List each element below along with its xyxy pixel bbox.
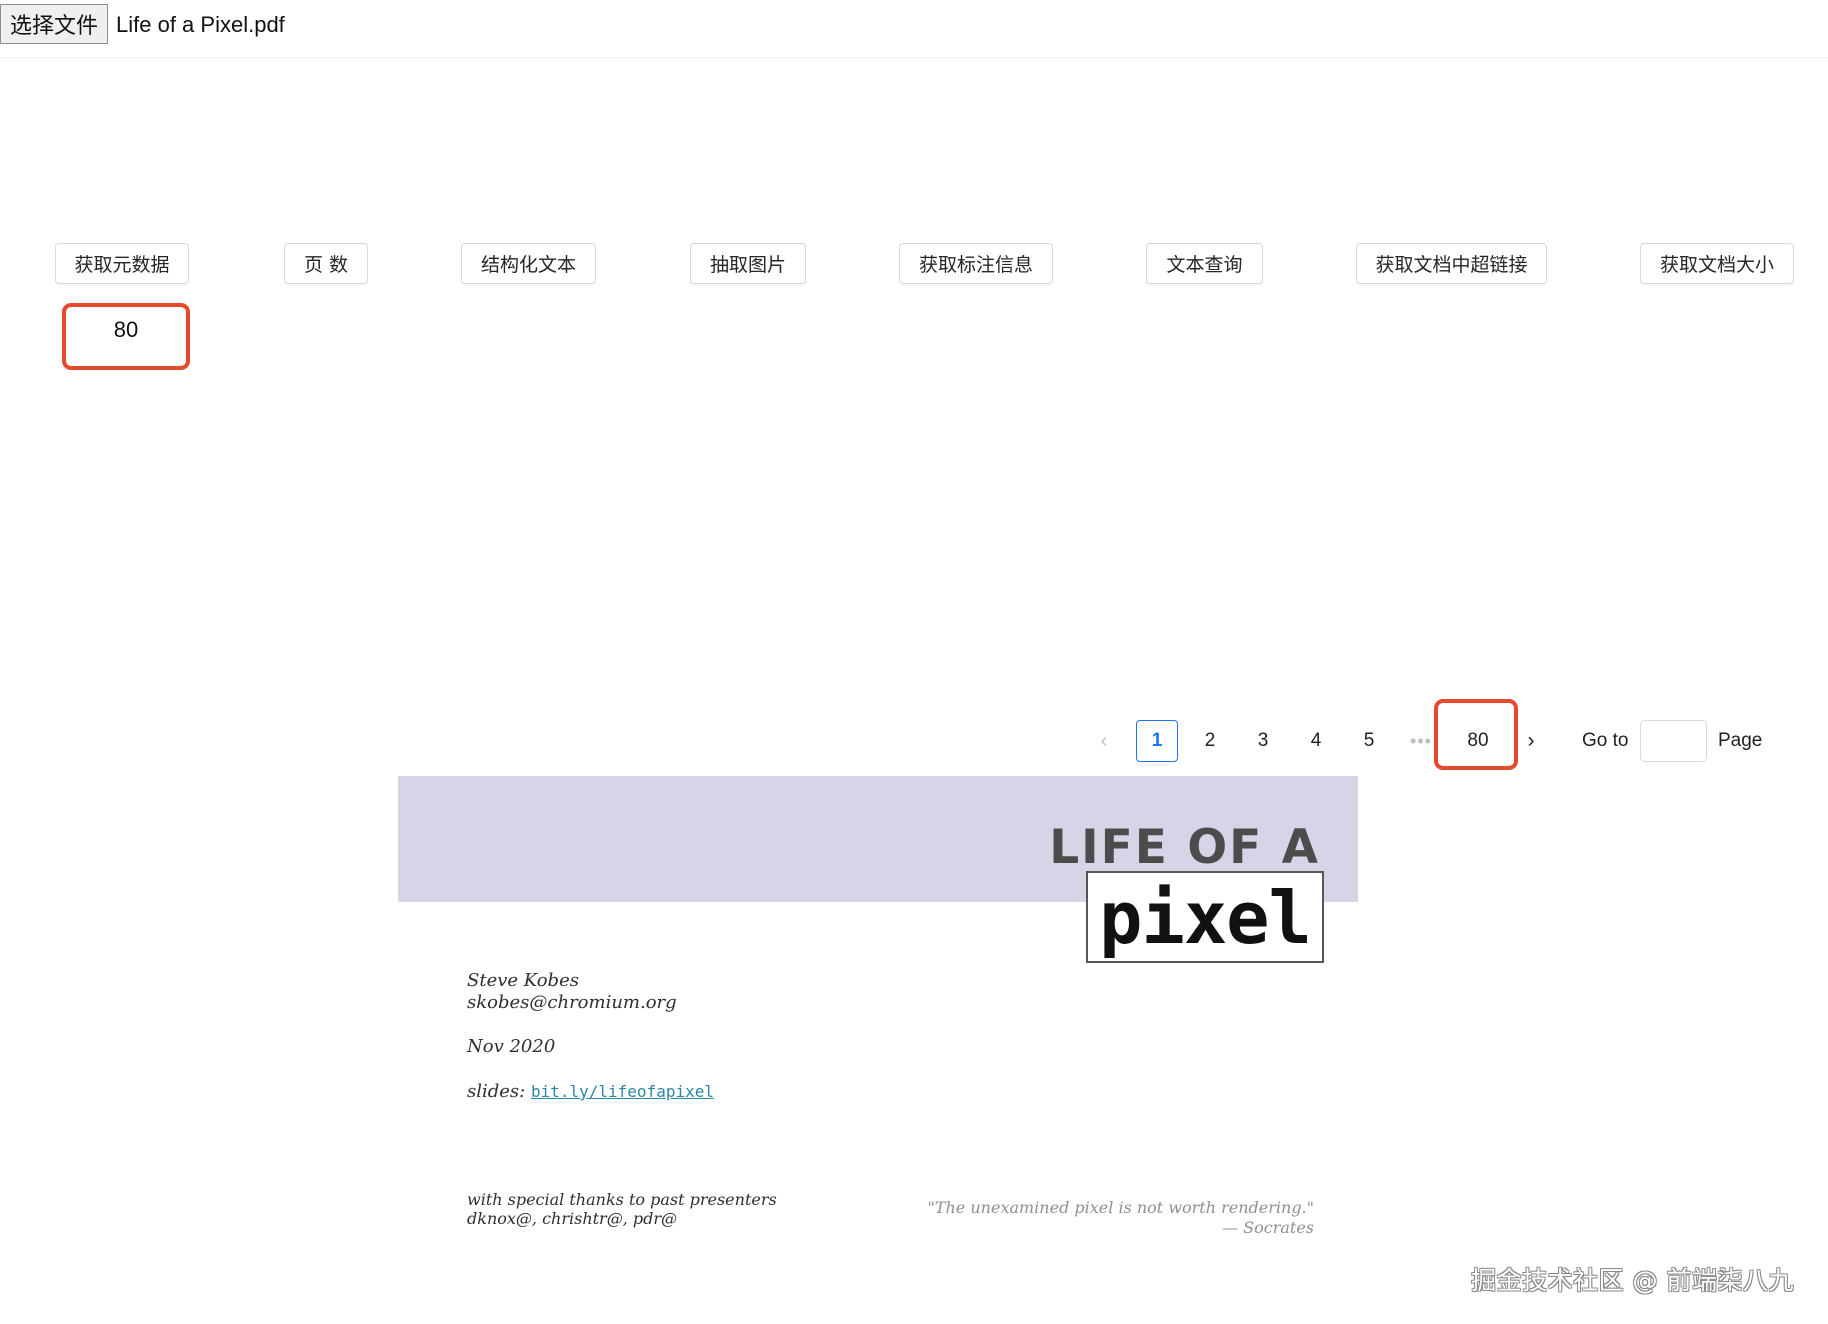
chevron-left-icon[interactable]: ‹ — [1090, 720, 1118, 762]
pagination: ‹ 1 2 3 4 5 ••• 80 › Go to Page — [1090, 720, 1780, 762]
pagination-page-last[interactable]: 80 — [1454, 720, 1502, 762]
structured-text-button[interactable]: 结构化文本 — [461, 243, 596, 284]
quote-block: "The unexamined pixel is not worth rende… — [927, 1198, 1314, 1238]
page-count-button[interactable]: 页 数 — [284, 243, 368, 284]
pdf-preview: LIFE OF A pixel Steve Kobes skobes@chrom… — [398, 776, 1358, 1324]
pagination-page-3[interactable]: 3 — [1242, 720, 1284, 762]
author-email: skobes@chromium.org — [467, 992, 677, 1013]
pdf-title-pixel-box: pixel — [1086, 871, 1324, 963]
quote-author: — Socrates — [1222, 1218, 1314, 1237]
choose-file-button[interactable]: 选择文件 — [0, 4, 109, 44]
get-document-size-button[interactable]: 获取文档大小 — [1640, 243, 1794, 284]
file-selector-row: 选择文件 Life of a Pixel.pdf — [0, 0, 1828, 58]
goto-page-suffix: Page — [1718, 730, 1763, 751]
goto-label: Go to — [1582, 730, 1629, 751]
pdf-title-top: LIFE OF A — [1049, 820, 1320, 875]
get-hyperlinks-button[interactable]: 获取文档中超链接 — [1356, 243, 1547, 284]
author-name: Steve Kobes — [467, 970, 579, 991]
slides-label: slides: — [467, 1081, 526, 1102]
thanks-line-1: with special thanks to past presenters — [467, 1190, 777, 1209]
slides-link[interactable]: bit.ly/lifeofapixel — [531, 1082, 714, 1101]
selected-file-name: Life of a Pixel.pdf — [116, 12, 285, 37]
slides-line: slides: bit.ly/lifeofapixel — [467, 1081, 714, 1103]
thanks-block: with special thanks to past presenters d… — [467, 1190, 777, 1228]
goto-page-input[interactable] — [1640, 720, 1707, 762]
pagination-page-1[interactable]: 1 — [1136, 720, 1178, 762]
thanks-line-2: dknox@, chrishtr@, pdr@ — [467, 1209, 677, 1228]
pdf-title-bottom: pixel — [1099, 876, 1312, 960]
quote-text: "The unexamined pixel is not worth rende… — [927, 1198, 1314, 1217]
presentation-date: Nov 2020 — [467, 1036, 556, 1057]
text-search-button[interactable]: 文本查询 — [1146, 243, 1263, 284]
extract-images-button[interactable]: 抽取图片 — [690, 243, 806, 284]
get-annotations-button[interactable]: 获取标注信息 — [899, 243, 1053, 284]
pagination-ellipsis[interactable]: ••• — [1408, 720, 1434, 762]
watermark: 掘金技术社区 @ 前端柒八九 — [1471, 1266, 1794, 1295]
page-count-result: 80 — [62, 303, 190, 370]
get-metadata-button[interactable]: 获取元数据 — [55, 243, 189, 284]
pagination-page-5[interactable]: 5 — [1348, 720, 1390, 762]
pagination-page-4[interactable]: 4 — [1295, 720, 1337, 762]
page: 选择文件 Life of a Pixel.pdf 获取元数据 页 数 结构化文本… — [0, 0, 1828, 1324]
author-block: Steve Kobes skobes@chromium.org — [467, 970, 677, 1014]
pagination-page-2[interactable]: 2 — [1189, 720, 1231, 762]
chevron-right-icon[interactable]: › — [1520, 720, 1542, 762]
